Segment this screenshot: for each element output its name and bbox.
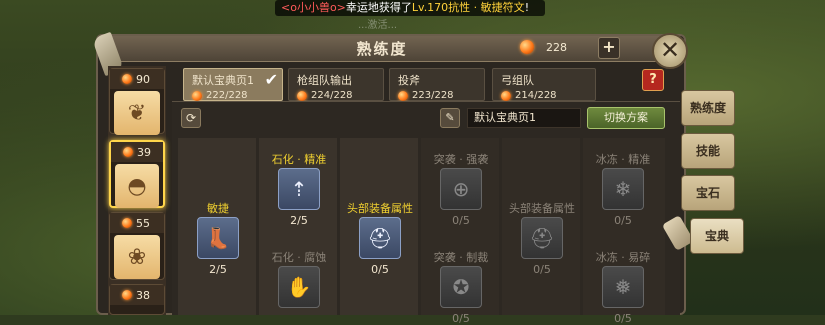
skill-freeze-fragile[interactable]: 冰冻 · 易碎 ❅ 0/5	[583, 249, 663, 325]
orb-icon	[192, 90, 202, 101]
item-cost: 38	[136, 288, 150, 302]
skill-points: 0/5	[452, 312, 470, 325]
broadcast-user: <o小小兽o>	[281, 1, 346, 14]
shatter-icon: ❅	[602, 266, 644, 308]
skill-points: 2/5	[209, 263, 227, 276]
page-tab-1[interactable]: 默认宝典页1 222/228 ✔	[183, 68, 283, 101]
add-currency-button[interactable]: +	[598, 37, 620, 59]
page-tab-3[interactable]: 投斧 223/228	[389, 68, 485, 101]
page-name-field[interactable]: 默认宝典页1	[467, 108, 581, 128]
orb-icon	[501, 90, 511, 101]
sack-item-icon: ❦	[114, 91, 160, 135]
bowl-item-icon: ◓	[115, 164, 159, 208]
skill-assault-control[interactable]: 突袭 · 制裁 ✪ 0/5	[421, 249, 501, 325]
page-tab-2[interactable]: 枪组队输出 224/228	[288, 68, 384, 101]
page-tab-4[interactable]: 弓组队 214/228	[492, 68, 596, 101]
orb-icon	[122, 218, 132, 228]
petrify-hand-icon: ✋	[278, 266, 320, 308]
switch-plan-button[interactable]: 切换方案	[587, 107, 665, 129]
skill-points: 0/5	[371, 263, 389, 276]
currency-amount: 228	[546, 40, 567, 54]
broadcast-text: 幸运地获得了	[345, 1, 412, 14]
checkmark-icon: ✔	[264, 70, 278, 89]
item-cost: 90	[136, 72, 150, 86]
page-tab-progress: 222/228	[206, 90, 248, 101]
skill-points: 0/5	[614, 312, 632, 325]
skill-head-attr[interactable]: 头部装备属性 ⛑ 0/5	[340, 200, 420, 276]
skill-label: 头部装备属性	[347, 202, 413, 215]
item-cost: 55	[136, 216, 150, 230]
skill-label: 突袭 · 制裁	[433, 251, 489, 264]
currency-display: 228	[520, 40, 567, 54]
side-tab-proficiency[interactable]: 熟练度	[681, 90, 735, 126]
skill-label: 突袭 · 强袭	[433, 153, 489, 166]
item-card[interactable]: 55 ❀	[109, 212, 165, 280]
side-tab-gems[interactable]: 宝石	[681, 175, 735, 211]
item-card-selected[interactable]: 39 ◓	[109, 140, 165, 208]
orb-icon	[122, 290, 132, 300]
panel-title: 熟练度	[356, 40, 408, 58]
skill-label: 石化 · 精准	[271, 153, 327, 166]
broadcast-reward: Lv.170抗性 · 敏捷符文	[411, 1, 525, 14]
helmet-icon: ⛑	[359, 217, 401, 259]
side-tab-skills[interactable]: 技能	[681, 133, 735, 169]
skill-label: 敏捷	[207, 202, 229, 215]
skill-points: 0/5	[533, 263, 551, 276]
orb-icon	[398, 90, 408, 101]
faded-message: ...激活...	[358, 20, 398, 31]
skill-label: 石化 · 腐蚀	[271, 251, 327, 264]
skill-petrify-corrode[interactable]: 石化 · 腐蚀 ✋	[259, 249, 339, 308]
petrify-arrow-icon: ⇡	[278, 168, 320, 210]
system-broadcast: <o小小兽o>幸运地获得了Lv.170抗性 · 敏捷符文!	[275, 0, 545, 16]
side-tab-codex[interactable]: 宝典	[690, 218, 744, 254]
target-star-icon: ✪	[440, 266, 482, 308]
skill-label: 头部装备属性	[509, 202, 575, 215]
item-card[interactable]: 38	[109, 284, 165, 315]
page-tab-progress: 214/228	[515, 90, 557, 101]
skill-label: 冰冻 · 易碎	[595, 251, 651, 264]
edit-pencil-icon[interactable]: ✎	[440, 108, 460, 128]
skill-points: 0/5	[614, 214, 632, 227]
orb-currency-icon	[520, 40, 534, 54]
item-card[interactable]: 90 ❦	[109, 68, 165, 135]
boot-icon: 👢	[197, 217, 239, 259]
page-tab-name: 弓组队	[501, 74, 534, 87]
snowflake-icon: ❄	[602, 168, 644, 210]
orb-icon	[123, 147, 133, 157]
page-tab-name: 默认宝典页1	[192, 74, 254, 87]
ribbon-item-icon: ❀	[114, 235, 160, 279]
close-button[interactable]: ✕	[652, 33, 688, 69]
orb-icon	[297, 90, 307, 101]
helmet-icon: ⛑	[521, 217, 563, 259]
skill-petrify-precise[interactable]: 石化 · 精准 ⇡ 2/5	[259, 151, 339, 227]
skill-label: 冰冻 · 精准	[595, 153, 651, 166]
skill-freeze-precise[interactable]: 冰冻 · 精准 ❄ 0/5	[583, 151, 663, 227]
page-tab-name: 投斧	[398, 74, 420, 87]
skill-assault-strong[interactable]: 突袭 · 强袭 ⊕ 0/5	[421, 151, 501, 227]
refresh-icon[interactable]: ⟳	[181, 108, 201, 128]
page-tab-name: 枪组队输出	[297, 74, 352, 87]
skill-head-attr-2[interactable]: 头部装备属性 ⛑ 0/5	[502, 200, 582, 276]
page-tab-progress: 224/228	[311, 90, 353, 101]
orb-icon	[122, 74, 132, 84]
crosshair-icon: ⊕	[440, 168, 482, 210]
page-tab-progress: 223/228	[412, 90, 454, 101]
item-cost: 39	[137, 145, 151, 159]
skill-points: 2/5	[290, 214, 308, 227]
skill-points: 0/5	[452, 214, 470, 227]
skill-agility[interactable]: 敏捷 👢 2/5	[178, 200, 258, 276]
help-button[interactable]: ?	[642, 69, 664, 91]
